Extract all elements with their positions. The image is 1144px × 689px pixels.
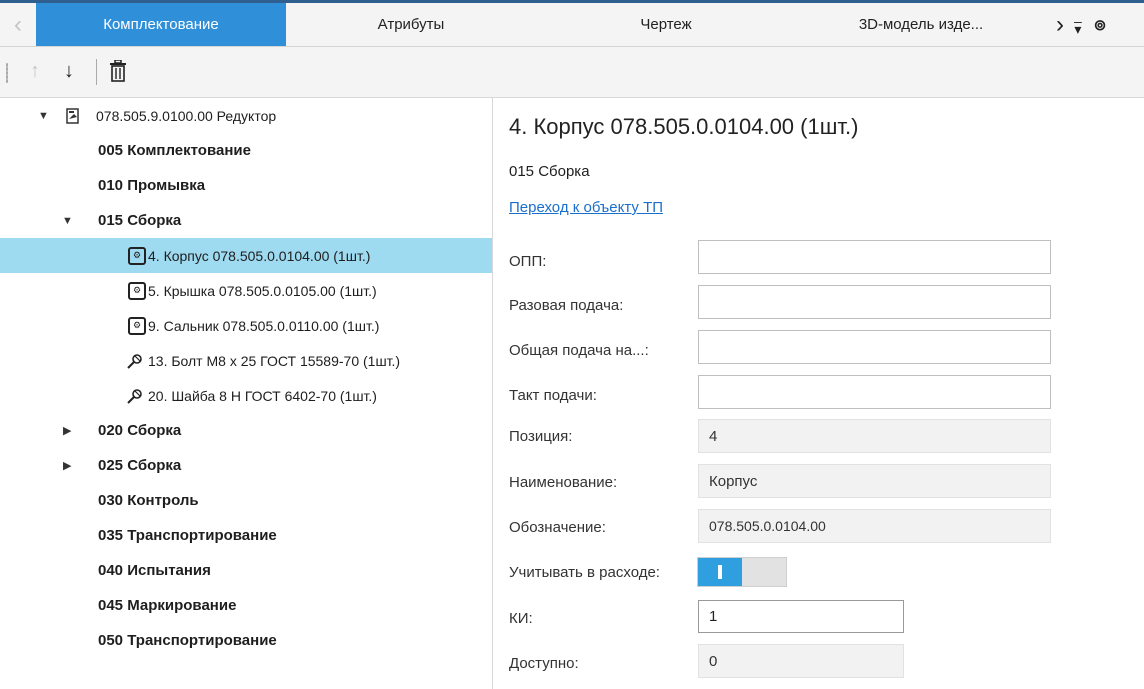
- trash-icon[interactable]: [109, 60, 127, 82]
- position-value: 4: [698, 419, 1051, 453]
- tab-bar: ‹ Комплектование Атрибуты Чертеж 3D-моде…: [0, 3, 1144, 47]
- tree-node-label: 5. Крышка 078.505.0.0105.00 (1шт.): [148, 282, 377, 299]
- tree-node-root[interactable]: ▼ 078.505.9.0100.00 Редуктор: [0, 98, 492, 133]
- tree-node-op-035[interactable]: 035 Транспортирование: [0, 518, 492, 553]
- tree-node-label: 040 Испытания: [98, 562, 211, 579]
- tree-node-label: 045 Маркирование: [98, 597, 237, 614]
- tab-bar-controls: › – ▾ ⊚: [1056, 3, 1106, 46]
- details-operation: 015 Сборка: [509, 163, 590, 180]
- expanded-arrow-icon[interactable]: ▼: [38, 110, 49, 122]
- collapsed-arrow-icon[interactable]: ▶: [63, 459, 71, 472]
- tree-node-label: 9. Сальник 078.505.0.0110.00 (1шт.): [148, 317, 380, 334]
- feed-tact-input[interactable]: [698, 375, 1051, 409]
- standard-part-icon: [126, 352, 144, 370]
- tree-node-label: 010 Промывка: [98, 177, 206, 194]
- tree-node-label: 035 Транспортирование: [98, 527, 277, 544]
- tree-node-label: 030 Контроль: [98, 492, 199, 509]
- field-label-total-feed: Общая подача на...:: [509, 342, 649, 359]
- toolbar: ↑ ↓: [0, 47, 1144, 98]
- tab-atributy[interactable]: Атрибуты: [286, 3, 536, 46]
- expanded-arrow-icon[interactable]: ▼: [62, 215, 73, 227]
- tree-node-op-015[interactable]: ▼ 015 Сборка: [0, 203, 492, 238]
- field-label-ki: КИ:: [509, 610, 533, 627]
- tree-node-label: 4. Корпус 078.505.0.0104.00 (1шт.): [148, 247, 371, 264]
- tree-node-op-005[interactable]: 005 Комплектование: [0, 133, 492, 168]
- tree-node-op-020[interactable]: ▶ 020 Сборка: [0, 413, 492, 448]
- details-panel: 4. Корпус 078.505.0.0104.00 (1шт.) 015 С…: [493, 98, 1144, 689]
- single-feed-input[interactable]: [698, 285, 1051, 319]
- tree-node-label: 005 Комплектование: [98, 142, 251, 159]
- field-label-position: Позиция:: [509, 428, 573, 445]
- available-value: 0: [698, 644, 904, 678]
- field-label-name: Наименование:: [509, 474, 618, 491]
- go-to-tp-object-link[interactable]: Переход к объекту ТП: [509, 199, 663, 216]
- tree-node-item[interactable]: 13. Болт М8 х 25 ГОСТ 15589-70 (1шт.): [0, 343, 492, 378]
- arrow-up-icon[interactable]: ↑: [30, 59, 40, 83]
- assembly-icon: [64, 107, 82, 125]
- tree-node-item[interactable]: 20. Шайба 8 Н ГОСТ 6402-70 (1шт.): [0, 378, 492, 413]
- total-feed-input[interactable]: [698, 330, 1051, 364]
- tab-komplektovanie[interactable]: Комплектование: [36, 3, 286, 46]
- ki-input[interactable]: 1: [698, 600, 904, 633]
- tree-node-label: 020 Сборка: [98, 422, 182, 439]
- pin-icon[interactable]: ⊚: [1094, 16, 1107, 34]
- toolbar-grip[interactable]: [6, 63, 8, 83]
- standard-part-icon: [126, 387, 144, 405]
- toggle-knob: [718, 565, 722, 579]
- field-label-available: Доступно:: [509, 655, 579, 672]
- field-label-opp: ОПП:: [509, 253, 547, 270]
- tree-node-item[interactable]: ⚙ 5. Крышка 078.505.0.0105.00 (1шт.): [0, 273, 492, 308]
- tree-node-label: 015 Сборка: [98, 212, 182, 229]
- tree-node-label: 13. Болт М8 х 25 ГОСТ 15589-70 (1шт.): [148, 352, 401, 369]
- field-label-designation: Обозначение:: [509, 519, 606, 536]
- tree-node-op-050[interactable]: 050 Транспортирование: [0, 623, 492, 658]
- tab-3d-model[interactable]: 3D-модель изде...: [796, 3, 1046, 46]
- tree-node-op-040[interactable]: 040 Испытания: [0, 553, 492, 588]
- tree-node-op-010[interactable]: 010 Промывка: [0, 168, 492, 203]
- arrow-down-icon[interactable]: ↓: [64, 59, 74, 83]
- chevron-left-icon: ‹: [14, 10, 22, 38]
- details-title: 4. Корпус 078.505.0.0104.00 (1шт.): [509, 114, 859, 139]
- tree-node-op-045[interactable]: 045 Маркирование: [0, 588, 492, 623]
- tree-node-op-025[interactable]: ▶ 025 Сборка: [0, 448, 492, 483]
- operations-tree: ▼ 078.505.9.0100.00 Редуктор 005 Комплек…: [0, 98, 492, 689]
- name-value: Корпус: [698, 464, 1051, 498]
- field-label-feed-tact: Такт подачи:: [509, 387, 597, 404]
- toolbar-separator: [96, 59, 97, 85]
- opp-input[interactable]: [698, 240, 1051, 274]
- tabs-scroll-left-button[interactable]: ‹: [0, 3, 37, 46]
- part-icon: ⚙: [128, 316, 146, 335]
- overflow-menu-icon[interactable]: – ▾: [1074, 14, 1082, 36]
- collapsed-arrow-icon[interactable]: ▶: [63, 424, 71, 437]
- field-label-consumption: Учитывать в расходе:: [509, 564, 660, 581]
- chevron-right-icon[interactable]: ›: [1056, 11, 1064, 39]
- part-icon: ⚙: [128, 246, 146, 265]
- tree-node-label: 078.505.9.0100.00 Редуктор: [96, 107, 277, 124]
- field-label-single-feed: Разовая подача:: [509, 297, 624, 314]
- tab-chertezh[interactable]: Чертеж: [536, 3, 796, 46]
- consumption-toggle[interactable]: [697, 557, 787, 587]
- tree-node-op-030[interactable]: 030 Контроль: [0, 483, 492, 518]
- designation-value: 078.505.0.0104.00: [698, 509, 1051, 543]
- part-icon: ⚙: [128, 281, 146, 300]
- tree-node-label: 025 Сборка: [98, 457, 182, 474]
- tree-node-item-selected[interactable]: ⚙ 4. Корпус 078.505.0.0104.00 (1шт.): [0, 238, 492, 273]
- tree-node-label: 20. Шайба 8 Н ГОСТ 6402-70 (1шт.): [148, 387, 377, 404]
- tree-node-label: 050 Транспортирование: [98, 632, 277, 649]
- tree-node-item[interactable]: ⚙ 9. Сальник 078.505.0.0110.00 (1шт.): [0, 308, 492, 343]
